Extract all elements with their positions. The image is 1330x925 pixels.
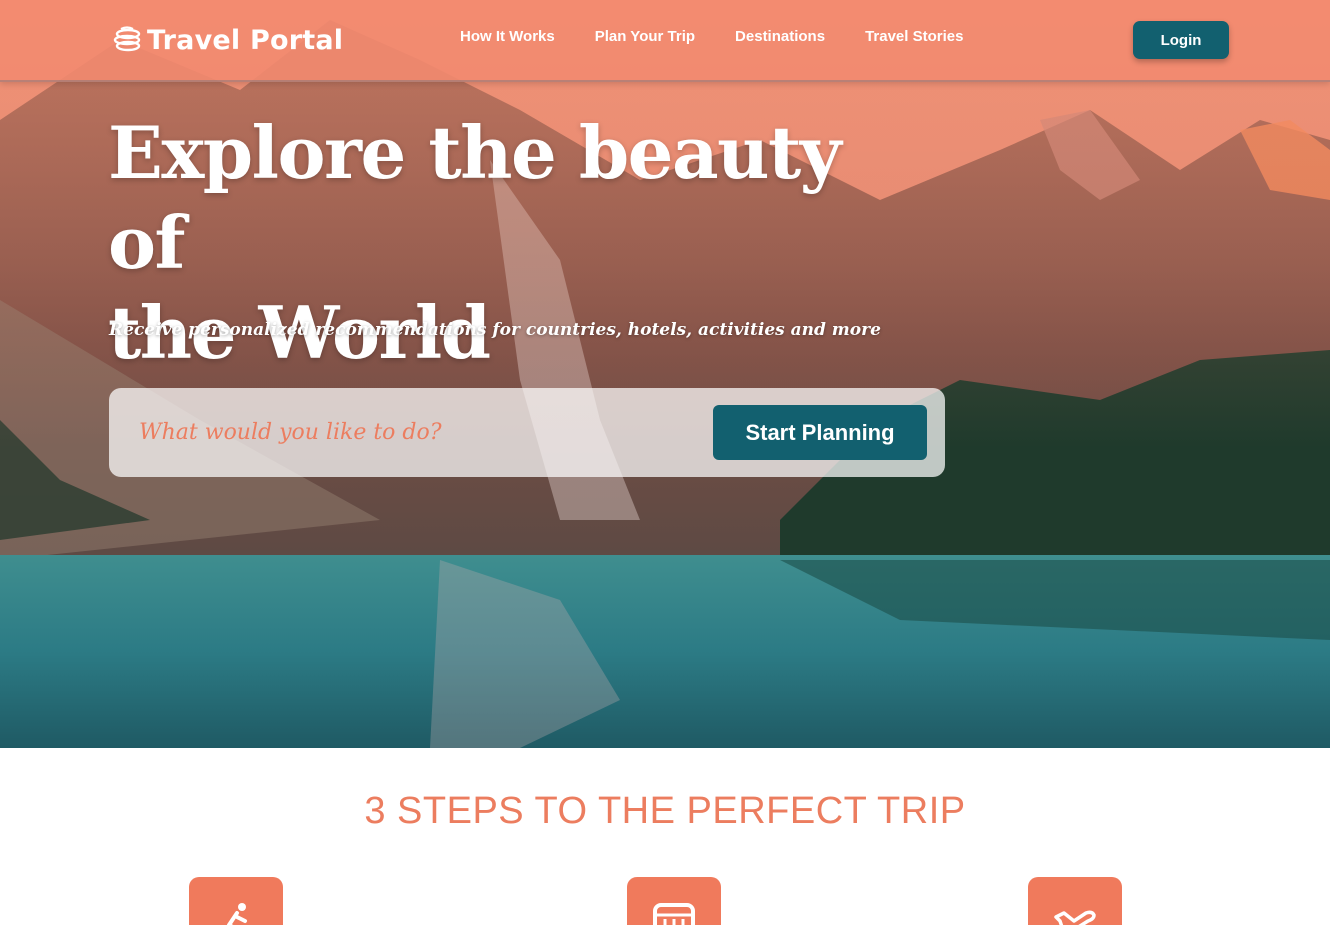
brand-logo[interactable]: Travel Portal: [113, 20, 343, 60]
airplane-icon: [1054, 910, 1096, 925]
trip-search-input[interactable]: [139, 410, 679, 454]
nav-plan-your-trip[interactable]: Plan Your Trip: [595, 28, 695, 45]
main-navigation: How It Works Plan Your Trip Destinations…: [460, 28, 1003, 45]
stacked-plates-icon: [113, 26, 141, 52]
nav-destinations[interactable]: Destinations: [735, 28, 825, 45]
steps-section-title: 3 STEPS TO THE PERFECT TRIP: [364, 790, 966, 832]
person-activity-icon: [227, 903, 247, 925]
login-button[interactable]: Login: [1133, 21, 1229, 59]
nav-travel-stories[interactable]: Travel Stories: [865, 28, 963, 45]
step-card-1: [189, 877, 283, 925]
hero-headline-line-1: Explore the beauty of: [108, 110, 842, 285]
hero-section: Travel Portal How It Works Plan Your Tri…: [0, 0, 1330, 748]
calendar-icon: [653, 903, 695, 925]
nav-how-it-works[interactable]: How It Works: [460, 28, 555, 45]
step-card-2: [627, 877, 721, 925]
trip-search-panel: Start Planning: [109, 388, 945, 477]
brand-name: Travel Portal: [147, 24, 344, 56]
navbar: Travel Portal How It Works Plan Your Tri…: [0, 0, 1330, 82]
start-planning-button[interactable]: Start Planning: [713, 405, 927, 460]
hero-subheadline: Receive personalized recommendations for…: [109, 320, 881, 340]
step-card-3: [1028, 877, 1122, 925]
